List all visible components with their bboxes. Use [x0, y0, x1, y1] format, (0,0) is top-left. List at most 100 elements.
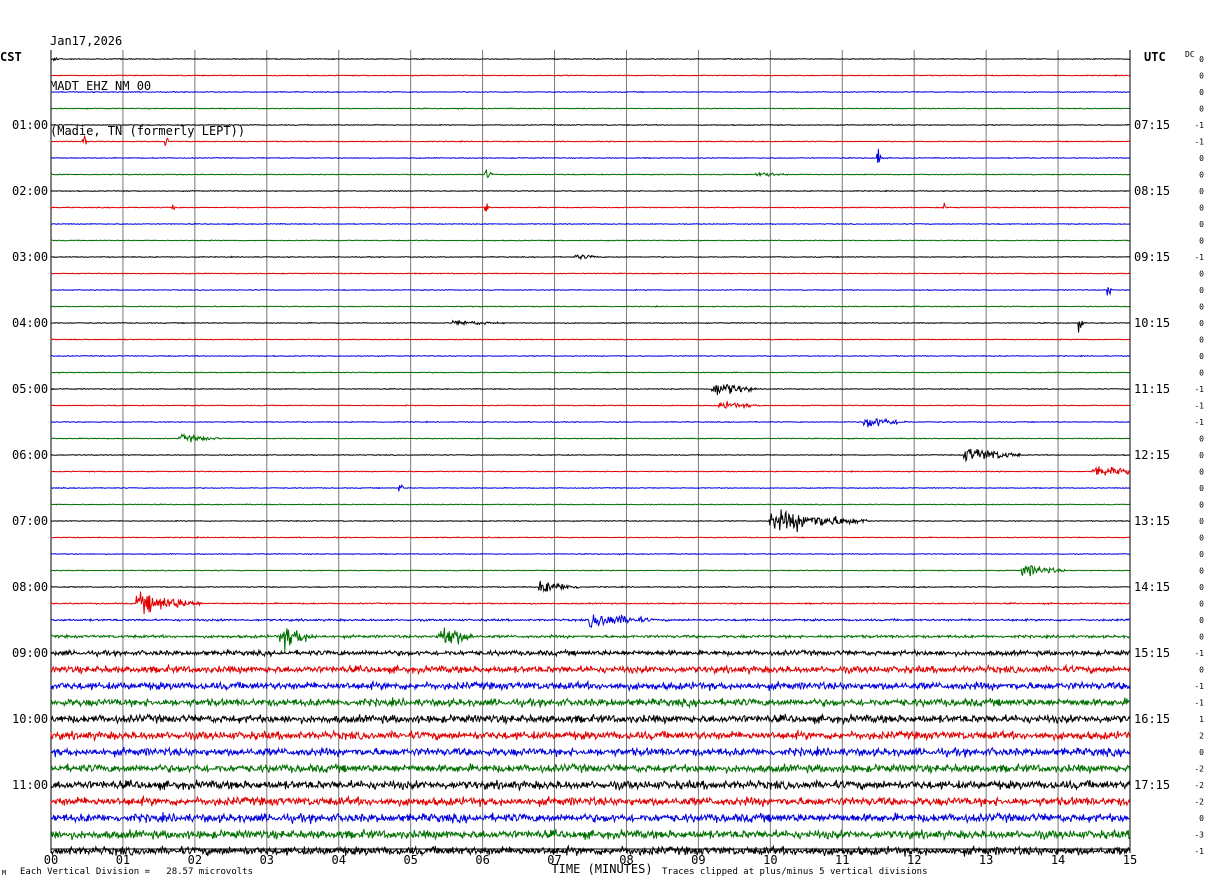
dc-offset-label: -1 — [1194, 649, 1204, 658]
dc-offset-label: 0 — [1199, 550, 1204, 559]
dc-offset-label: 0 — [1199, 616, 1204, 625]
left-time-label: 07:00 — [12, 514, 48, 528]
dc-offset-labels: 0 0 0 0 -1 -1 0 0 0 0 0 0 -1 0 0 0 0 0 0 0 -1 -1 -1 0 0 0 0 0 0 0 0 0 0 0… — [1194, 55, 1204, 856]
dc-offset-label: 0 — [1199, 171, 1204, 180]
left-timezone-label: CST — [0, 50, 22, 64]
x-tick-label: 09 — [691, 853, 705, 867]
trace-line — [50, 202, 1130, 212]
x-tick-label: 13 — [979, 853, 993, 867]
dc-offset-label: -2 — [1194, 765, 1204, 774]
trace-line — [50, 338, 1130, 341]
trace-line — [50, 305, 1130, 308]
dc-offset-label: 0 — [1199, 435, 1204, 444]
right-timezone-label: UTC — [1144, 50, 1166, 64]
trace-line — [50, 679, 1131, 693]
trace-line — [50, 762, 1131, 775]
right-time-label: 07:15 — [1134, 118, 1170, 132]
footer-scale: Each Vertical Division = 28.57 microvolt… — [20, 867, 253, 877]
x-tick-label: 12 — [907, 853, 921, 867]
left-time-label: 01:00 — [12, 118, 48, 132]
dc-offset-label: -1 — [1194, 682, 1204, 691]
dc-offset-label: 0 — [1199, 814, 1204, 823]
left-time-label: 03:00 — [12, 250, 48, 264]
trace-line — [50, 254, 1130, 261]
left-time-label: 11:00 — [12, 778, 48, 792]
dc-offset-label: -1 — [1194, 402, 1204, 411]
trace-line — [50, 169, 1130, 179]
dc-offset-label: 0 — [1199, 204, 1204, 213]
dc-offset-label: 0 — [1199, 633, 1204, 642]
dc-offset-label: 0 — [1199, 154, 1204, 163]
left-time-label: 08:00 — [12, 580, 48, 594]
x-tick-label: 05 — [403, 853, 417, 867]
left-time-labels: 01:00 02:00 03:00 04:00 05:00 06:00 07:00 08:00… — [12, 118, 48, 792]
right-time-label: 11:15 — [1134, 382, 1170, 396]
trace-line — [50, 448, 1130, 463]
trace-line — [50, 552, 1130, 556]
trace-line — [50, 272, 1130, 275]
dc-offset-label: 0 — [1199, 72, 1204, 81]
right-time-labels: 07:15 08:15 09:15 10:15 11:15 12:15 13:15 14:15… — [1134, 118, 1170, 792]
right-time-label: 12:15 — [1134, 448, 1170, 462]
dc-offset-label: -1 — [1194, 418, 1204, 427]
dc-offset-label: 0 — [1199, 451, 1204, 460]
trace-line — [50, 383, 1130, 396]
dc-offset-label: 0 — [1199, 468, 1204, 477]
dc-offset-label: 0 — [1199, 583, 1204, 592]
trace-line — [50, 371, 1130, 374]
left-time-label: 04:00 — [12, 316, 48, 330]
dc-offset-label: 0 — [1199, 666, 1204, 675]
seismic-traces — [50, 56, 1131, 857]
trace-line — [50, 648, 1131, 658]
trace-line — [50, 239, 1130, 242]
dc-offset-label: 0 — [1199, 55, 1204, 64]
right-time-label: 17:15 — [1134, 778, 1170, 792]
right-time-label: 09:15 — [1134, 250, 1170, 264]
dc-offset-label: 0 — [1199, 748, 1204, 757]
trace-line — [50, 580, 1130, 593]
trace-line — [50, 778, 1131, 792]
trace-line — [50, 222, 1130, 226]
x-tick-label: 00 — [44, 853, 58, 867]
trace-line — [50, 746, 1131, 758]
dc-offset-label: 0 — [1199, 88, 1204, 97]
trace-line — [50, 591, 1130, 615]
dc-offset-label: 0 — [1199, 352, 1204, 361]
trace-line — [50, 509, 1130, 533]
footer-clip: Traces clipped at plus/minus 5 vertical … — [662, 867, 928, 877]
right-time-label: 15:15 — [1134, 646, 1170, 660]
dc-offset-label: 0 — [1199, 237, 1204, 246]
dc-offset-label: 0 — [1199, 600, 1204, 609]
trace-line — [50, 466, 1130, 476]
right-time-label: 08:15 — [1134, 184, 1170, 198]
header-date: Jan17,2026 — [50, 34, 123, 48]
dc-offset-label: -2 — [1194, 781, 1204, 790]
dc-offset-label: -3 — [1194, 831, 1204, 840]
dc-offset-label: 2 — [1199, 732, 1204, 741]
dc-offset-label: -1 — [1194, 253, 1204, 262]
trace-line — [50, 729, 1131, 743]
left-time-label: 02:00 — [12, 184, 48, 198]
left-time-label: 10:00 — [12, 712, 48, 726]
trace-line — [50, 627, 1130, 652]
dc-offset-label: 0 — [1199, 105, 1204, 114]
x-tick-label: 01 — [116, 853, 130, 867]
dc-offset-label: 0 — [1199, 336, 1204, 345]
dc-offset-label: -2 — [1194, 798, 1204, 807]
dc-offset-label: 0 — [1199, 369, 1204, 378]
header-location: (Madie, TN (formerly LEPT)) — [50, 124, 246, 138]
right-time-label: 16:15 — [1134, 712, 1170, 726]
x-tick-label: 06 — [475, 853, 489, 867]
x-tick-label: 11 — [835, 853, 849, 867]
right-time-label: 13:15 — [1134, 514, 1170, 528]
dc-offset-label: 0 — [1199, 303, 1204, 312]
dc-offset-label: 0 — [1199, 501, 1204, 510]
dc-offset-label: 0 — [1199, 187, 1204, 196]
dc-offset-label: -1 — [1194, 138, 1204, 147]
x-tick-label: 04 — [332, 853, 346, 867]
trace-line — [50, 417, 1130, 428]
x-axis-label: TIME (MINUTES) — [551, 862, 652, 876]
dc-offset-label: -1 — [1194, 699, 1204, 708]
dc-column-label: DC — [1185, 50, 1195, 59]
trace-line — [50, 432, 1130, 443]
